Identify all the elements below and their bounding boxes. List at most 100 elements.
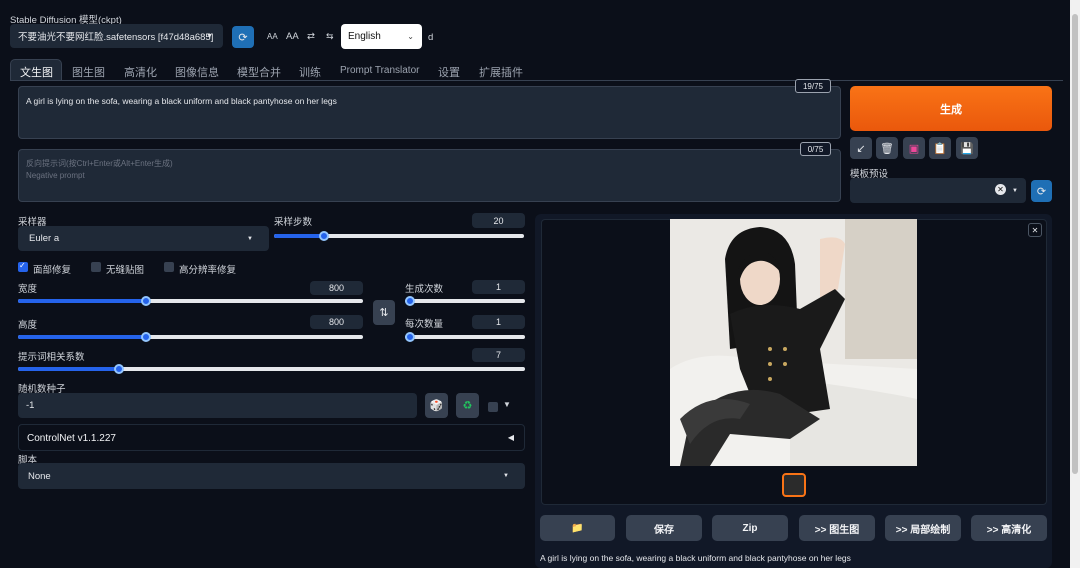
hires-fix-label: 高分辨率修复 — [179, 265, 237, 276]
tab-extensions[interactable]: 扩展插件 — [479, 64, 523, 80]
chevron-down-icon: ▼ — [1012, 187, 1018, 194]
gallery-thumbnail[interactable] — [782, 473, 806, 497]
sampler-value: Euler a — [29, 233, 60, 244]
chevron-down-icon: ▼ — [206, 32, 213, 40]
negative-placeholder-en: Negative prompt — [26, 171, 85, 180]
font-small-button[interactable]: AA — [267, 32, 278, 41]
open-folder-button[interactable]: 📁 — [540, 515, 615, 541]
floppy-disk-icon: 💾 — [960, 142, 974, 155]
face-restore-checkbox[interactable] — [18, 261, 28, 272]
trash-icon: 🗑 — [880, 142, 894, 155]
font-large-button[interactable]: AA — [286, 31, 299, 42]
tab-train[interactable]: 训练 — [299, 64, 321, 80]
styles-select[interactable]: ✕ ▼ — [850, 178, 1026, 203]
steps-number[interactable]: 20 — [472, 213, 525, 228]
seed-value: -1 — [26, 400, 35, 411]
random-seed-button[interactable]: 🎲 — [425, 393, 448, 418]
negative-token-counter: 0/75 — [800, 142, 831, 156]
tab-label: 文生图 — [20, 67, 53, 79]
cfg-slider[interactable] — [18, 364, 525, 374]
folder-icon: 📁 — [571, 522, 584, 534]
batch-count-slider[interactable] — [405, 296, 525, 306]
refresh-styles-button[interactable]: ⟳ — [1031, 180, 1052, 202]
close-icon[interactable]: ✕ — [1028, 223, 1042, 237]
batch-count-number[interactable]: 1 — [472, 280, 525, 294]
negative-prompt-input[interactable]: 反向提示词(按Ctrl+Enter或Alt+Enter生成) Negative … — [18, 149, 841, 202]
refresh-model-button[interactable]: ⟳ — [232, 26, 254, 48]
swap-dimensions-button[interactable]: ⇅ — [373, 300, 395, 325]
triangle-down-icon[interactable]: ▼ — [503, 400, 511, 409]
extra-networks-button[interactable]: ▣ — [903, 137, 925, 159]
read-params-button[interactable]: ↙ — [850, 137, 872, 159]
batch-count-label: 生成次数 — [405, 284, 444, 295]
tab-img2img[interactable]: 图生图 — [72, 64, 105, 80]
tab-checkpoint-merger[interactable]: 模型合并 — [237, 64, 281, 80]
reuse-seed-button[interactable]: ♻ — [456, 393, 479, 418]
tab-prompt-translator[interactable]: Prompt Translator — [340, 65, 419, 76]
steps-label: 采样步数 — [274, 217, 313, 228]
extra-text: d — [428, 32, 434, 43]
chevron-down-icon: ▼ — [247, 235, 253, 242]
dice-icon: 🎲 — [429, 400, 444, 412]
tab-divider — [10, 80, 1063, 81]
refresh-icon: ⟳ — [238, 31, 248, 44]
image-card-icon: ▣ — [908, 142, 920, 155]
tiling-checkbox[interactable] — [91, 262, 101, 272]
controlnet-accordion[interactable]: ControlNet v1.1.227 ◀ — [18, 424, 525, 451]
arrow-down-left-icon: ↙ — [856, 142, 866, 155]
language-value: English — [348, 31, 381, 42]
send-to-img2img-button[interactable]: >> 图生图 — [799, 515, 875, 541]
width-slider[interactable] — [18, 296, 363, 306]
save-button[interactable]: 保存 — [626, 515, 702, 541]
generate-button[interactable]: 生成 — [850, 86, 1052, 131]
tab-extras[interactable]: 高清化 — [124, 64, 157, 80]
tab-png-info[interactable]: 图像信息 — [175, 64, 219, 80]
sampler-select[interactable]: Euler a ▼ — [18, 226, 269, 251]
clear-icon[interactable]: ✕ — [995, 184, 1006, 195]
batch-size-label: 每次数量 — [405, 319, 444, 330]
send-to-extras-button[interactable]: >> 高清化 — [971, 515, 1047, 541]
prompt-token-counter: 19/75 — [795, 79, 831, 93]
chevron-down-icon: ⌄ — [407, 32, 414, 41]
script-value: None — [28, 470, 51, 482]
send-to-inpaint-button[interactable]: >> 局部绘制 — [885, 515, 961, 541]
recycle-icon: ♻ — [462, 400, 473, 412]
height-slider[interactable] — [18, 332, 363, 342]
hires-fix-checkbox[interactable] — [164, 262, 174, 272]
cfg-label: 提示词相关系数 — [18, 352, 85, 363]
batch-size-number[interactable]: 1 — [472, 315, 525, 329]
triangle-left-icon: ◀ — [507, 433, 514, 442]
language-select[interactable]: English ⌄ — [341, 24, 422, 49]
prompt-input[interactable]: A girl is lying on the sofa, wearing a b… — [18, 86, 841, 139]
face-restore-label: 面部修复 — [33, 265, 72, 276]
extra-seed-checkbox[interactable] — [488, 402, 498, 412]
script-select[interactable]: None ▼ — [18, 463, 525, 489]
swap-icon[interactable]: ⇄ — [307, 31, 315, 42]
negative-placeholder-cn: 反向提示词(按Ctrl+Enter或Alt+Enter生成) — [26, 159, 173, 168]
generated-image[interactable] — [670, 219, 917, 466]
width-label: 宽度 — [18, 284, 38, 295]
prompt-text: A girl is lying on the sofa, wearing a b… — [26, 96, 337, 106]
girl-on-sofa-image — [670, 219, 917, 466]
steps-slider[interactable] — [274, 231, 524, 241]
chevron-down-icon: ▼ — [503, 473, 509, 479]
controlnet-label: ControlNet v1.1.227 — [27, 433, 116, 444]
batch-size-slider[interactable] — [405, 332, 525, 342]
clear-prompt-button[interactable]: 🗑 — [876, 137, 898, 159]
refresh-icon: ⟳ — [1036, 185, 1047, 198]
save-style-button[interactable]: 💾 — [956, 137, 978, 159]
seed-input[interactable]: -1 — [18, 393, 417, 418]
clipboard-icon: 📋 — [933, 142, 947, 155]
scrollbar-thumb[interactable] — [1072, 14, 1078, 474]
cfg-number[interactable]: 7 — [472, 348, 525, 362]
width-number[interactable]: 800 — [310, 281, 363, 295]
model-select[interactable]: 不要油光不要网红脸.safetensors [f47d48a685] ▼ — [10, 24, 223, 48]
apply-style-button[interactable]: 📋 — [929, 137, 951, 159]
translate-icon[interactable]: ⇆ — [326, 31, 334, 42]
swap-vertical-icon: ⇅ — [379, 307, 389, 319]
tiling-label: 无缝贴图 — [106, 265, 145, 276]
height-number[interactable]: 800 — [310, 315, 363, 329]
model-select-value: 不要油光不要网红脸.safetensors [f47d48a685] — [18, 32, 214, 43]
tab-settings[interactable]: 设置 — [438, 64, 460, 80]
zip-button[interactable]: Zip — [712, 515, 788, 541]
